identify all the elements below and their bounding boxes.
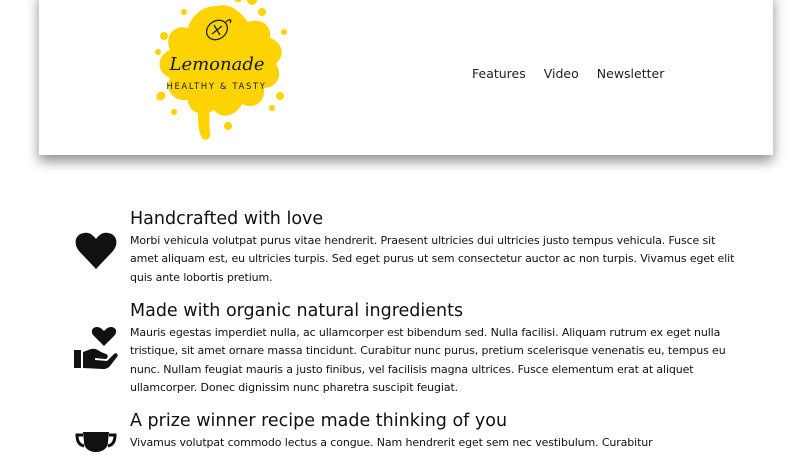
trophy-icon <box>75 432 117 452</box>
brand-logo[interactable]: Lemonade HEALTHY & TASTY <box>144 0 289 142</box>
brand-tagline: HEALTHY & TASTY <box>166 82 267 92</box>
hand-holding-heart-icon <box>74 327 118 369</box>
main-nav: Features Video Newsletter <box>472 66 664 81</box>
feature-title: Made with organic natural ingredients <box>130 301 464 321</box>
feature-text: Mauris egestas imperdiet nulla, ac ullam… <box>130 326 726 394</box>
nav-item-features[interactable]: Features <box>472 66 526 81</box>
feature-text: Morbi vehicula volutpat purus vitae hend… <box>130 234 735 284</box>
site-header: Lemonade HEALTHY & TASTY Features Video … <box>39 0 773 155</box>
nav-item-newsletter[interactable]: Newsletter <box>597 66 665 81</box>
feature-title: A prize winner recipe made thinking of y… <box>130 411 508 431</box>
nav-item-video[interactable]: Video <box>544 66 579 81</box>
feature-title: Handcrafted with love <box>130 209 324 229</box>
brand-name: Lemonade <box>169 54 265 75</box>
heart-icon <box>75 232 117 269</box>
